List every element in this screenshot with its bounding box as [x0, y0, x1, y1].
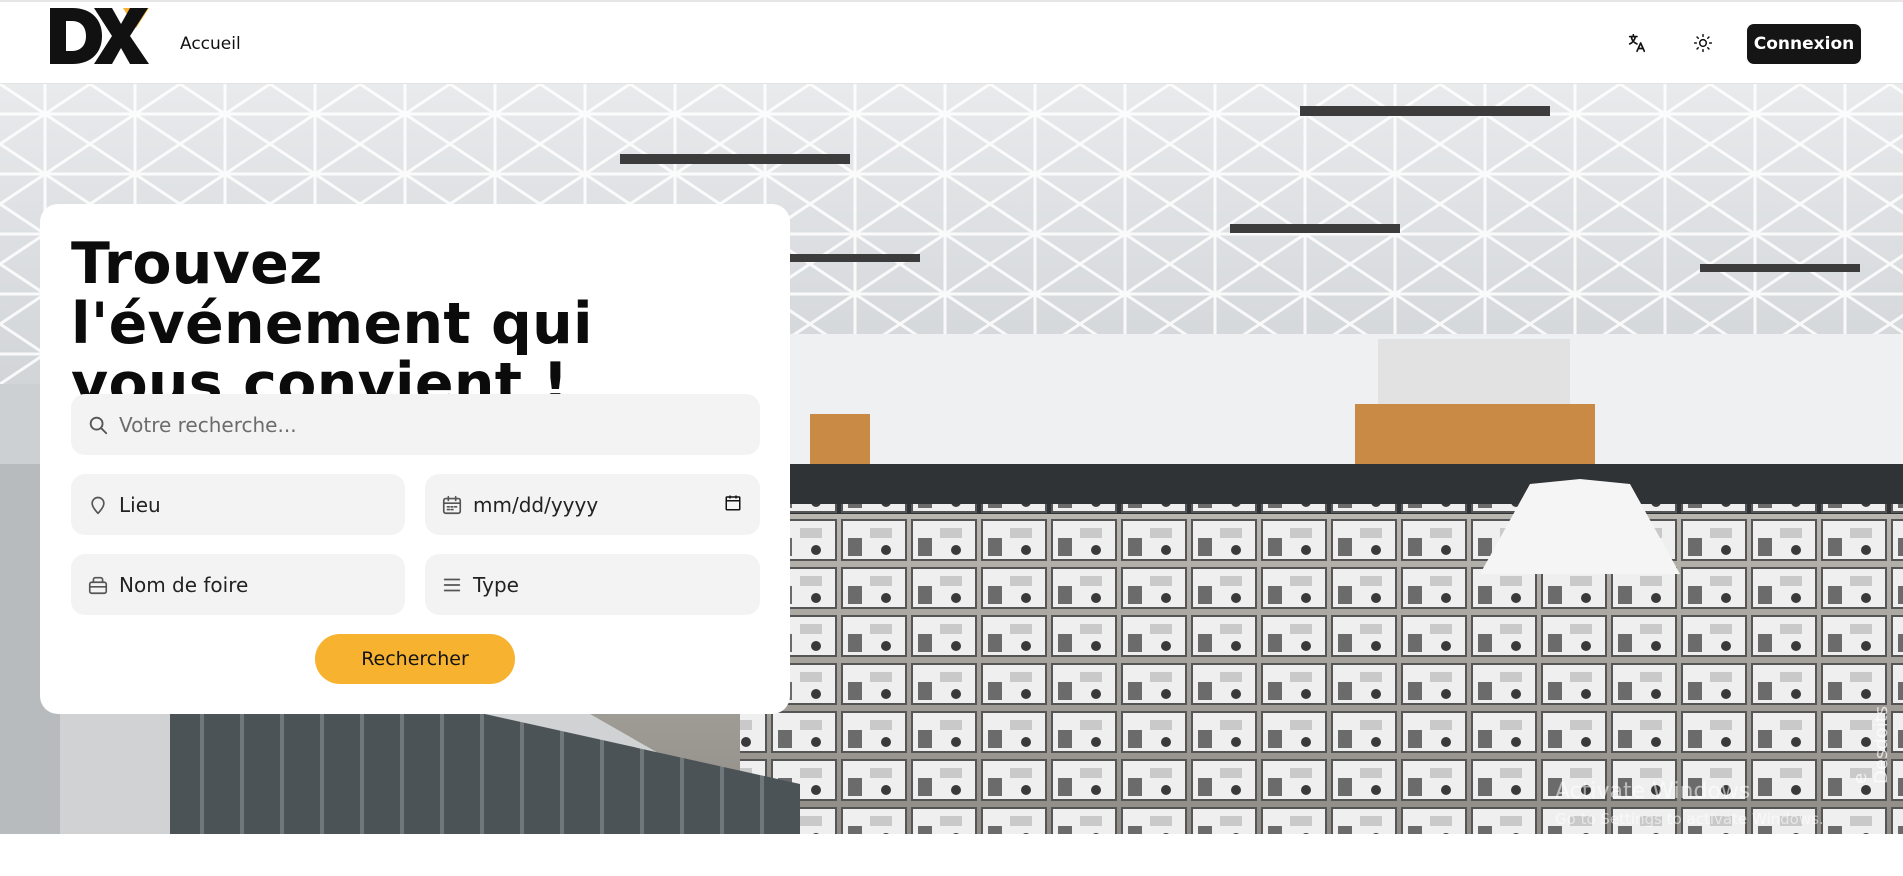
- activate-windows-subtitle: Go to Settings to activate Windows.: [1555, 810, 1824, 828]
- map-pin-icon: [87, 494, 109, 516]
- menu-lines-icon: [441, 574, 463, 596]
- search-placeholder: Votre recherche...: [119, 412, 297, 437]
- dx-logo[interactable]: [50, 6, 150, 64]
- type-select[interactable]: Type: [425, 554, 760, 615]
- activate-windows-title: Activate Windows: [1555, 779, 1751, 804]
- location-placeholder: Lieu: [119, 492, 161, 517]
- date-placeholder: mm/dd/yyyy: [473, 492, 599, 517]
- search-submit-button[interactable]: Rechercher: [315, 634, 515, 684]
- sun-icon[interactable]: [1688, 28, 1718, 58]
- calendar-icon: [441, 494, 463, 516]
- calendar-picker-icon[interactable]: [724, 494, 742, 516]
- photo-credit: e Desdoits: [1850, 705, 1892, 784]
- top-navbar: Accueil Connexion: [0, 0, 1903, 84]
- login-button[interactable]: Connexion: [1747, 24, 1861, 64]
- fair-name-input[interactable]: Nom de foire: [71, 554, 405, 615]
- fair-name-placeholder: Nom de foire: [119, 572, 249, 597]
- nav-home-link[interactable]: Accueil: [180, 34, 241, 54]
- location-input[interactable]: Lieu: [71, 474, 405, 535]
- date-input[interactable]: mm/dd/yyyy: [425, 474, 760, 535]
- briefcase-icon: [87, 574, 109, 596]
- translate-icon[interactable]: [1622, 28, 1652, 58]
- search-card: Trouvez l'événement qui vous convient ! …: [40, 204, 790, 714]
- search-icon: [87, 414, 109, 436]
- search-input[interactable]: Votre recherche...: [71, 394, 760, 455]
- type-placeholder: Type: [473, 572, 519, 597]
- page-title: Trouvez l'événement qui vous convient !: [71, 231, 593, 417]
